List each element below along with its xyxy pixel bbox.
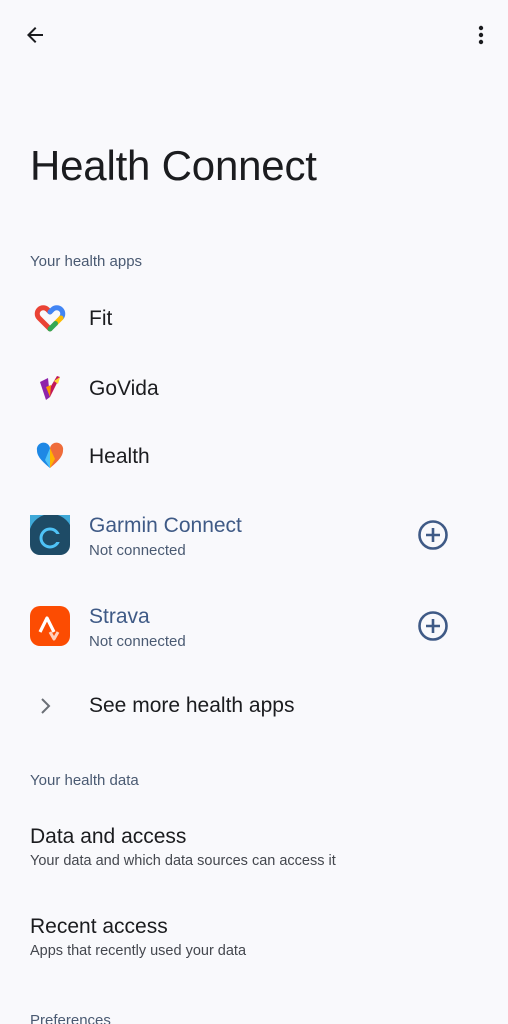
section-header-data: Your health data [30,772,139,789]
data-and-access-row[interactable]: Data and access Your data and which data… [0,816,508,896]
app-row-garmin-connect[interactable]: Garmin Connect Not connected [0,502,508,572]
app-status: Not connected [89,542,186,559]
health-connect-screen: Health Connect Your health apps Fit GoVi… [0,0,508,1024]
section-header-apps: Your health apps [30,253,143,270]
add-circle-icon [418,520,448,550]
app-status: Not connected [89,633,186,650]
add-circle-icon [418,611,448,641]
app-row-fit[interactable]: Fit [0,290,508,350]
govida-icon [30,368,70,408]
more-options-button[interactable] [466,20,496,50]
app-name: Garmin Connect [89,514,242,537]
app-name: GoVida [89,377,159,400]
strava-icon [30,606,70,646]
arrow-back-icon [27,27,43,43]
add-garmin-button[interactable] [416,518,450,552]
chevron-right-icon [36,694,54,718]
app-name: Health [89,445,150,468]
app-name: Strava [89,605,150,628]
google-fit-icon [30,298,70,338]
row-subtitle: Apps that recently used your data [30,943,247,959]
section-header-preferences: Preferences [30,1012,111,1024]
see-more-apps-row[interactable]: See more health apps [0,680,508,734]
garmin-connect-icon [30,515,70,555]
recent-access-row[interactable]: Recent access Apps that recently used yo… [0,906,508,986]
more-vert-icon [478,25,484,45]
row-title: Data and access [30,825,187,848]
app-row-govida[interactable]: GoVida [0,360,508,420]
health-icon [30,436,70,476]
app-row-strava[interactable]: Strava Not connected [0,593,508,663]
row-subtitle: Your data and which data sources can acc… [30,853,336,869]
page-title: Health Connect [30,142,317,189]
row-title: Recent access [30,915,168,938]
app-row-health[interactable]: Health [0,428,508,488]
add-strava-button[interactable] [416,609,450,643]
see-more-label: See more health apps [89,694,295,717]
app-name: Fit [89,307,113,330]
back-button[interactable] [20,20,50,50]
